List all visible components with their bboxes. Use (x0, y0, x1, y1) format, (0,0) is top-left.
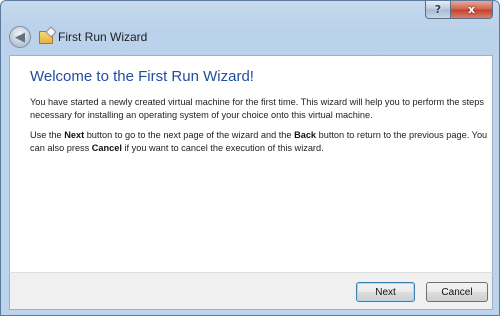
back-button[interactable]: ◀ (9, 26, 31, 48)
wizard-app-icon (39, 31, 53, 44)
next-button[interactable]: Next (356, 282, 415, 302)
caption-buttons: ? x (425, 1, 493, 19)
window-title: First Run Wizard (58, 30, 148, 44)
help-button[interactable]: ? (425, 1, 451, 19)
wizard-content: Welcome to the First Run Wizard! You hav… (9, 55, 493, 272)
intro-text: You have started a newly created virtual… (30, 97, 484, 120)
page-heading: Welcome to the First Run Wizard! (30, 68, 254, 85)
wizard-footer: Next Cancel (9, 272, 493, 310)
cancel-button[interactable]: Cancel (426, 282, 488, 302)
wizard-window: ? x ◀ First Run Wizard Welcome to the Fi… (0, 0, 500, 316)
back-arrow-icon: ◀ (15, 29, 25, 45)
close-button[interactable]: x (451, 1, 493, 19)
instructions-text: Use the Next button to go to the next pa… (30, 130, 488, 153)
